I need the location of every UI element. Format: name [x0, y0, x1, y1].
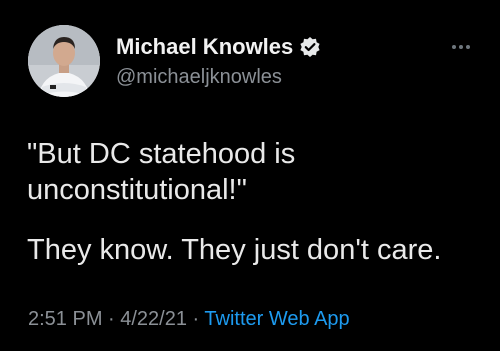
- user-handle[interactable]: @michaeljknowles: [116, 66, 321, 89]
- avatar[interactable]: [28, 25, 100, 97]
- profile-photo-icon: [28, 25, 100, 97]
- tweet-timestamp[interactable]: 2:51 PM · 4/22/21: [28, 308, 187, 330]
- name-row: Michael Knowles: [116, 34, 321, 60]
- tweet-meta: 2:51 PM · 4/22/21 · Twitter Web App: [28, 306, 350, 332]
- meta-separator: ·: [186, 308, 205, 330]
- tweet-source-link[interactable]: Twitter Web App: [204, 308, 349, 330]
- author-block: Michael Knowles @michaeljknowles: [116, 34, 321, 89]
- display-name[interactable]: Michael Knowles: [116, 34, 293, 60]
- verified-badge-icon: [299, 36, 321, 58]
- tweet-quote-text: "But DC statehood is unconstitutional!": [27, 138, 296, 206]
- tweet-card: Michael Knowles @michaeljknowles "But DC…: [0, 0, 500, 351]
- more-options-icon[interactable]: [446, 40, 476, 54]
- tweet-body-text: They know. They just don't care.: [27, 234, 442, 266]
